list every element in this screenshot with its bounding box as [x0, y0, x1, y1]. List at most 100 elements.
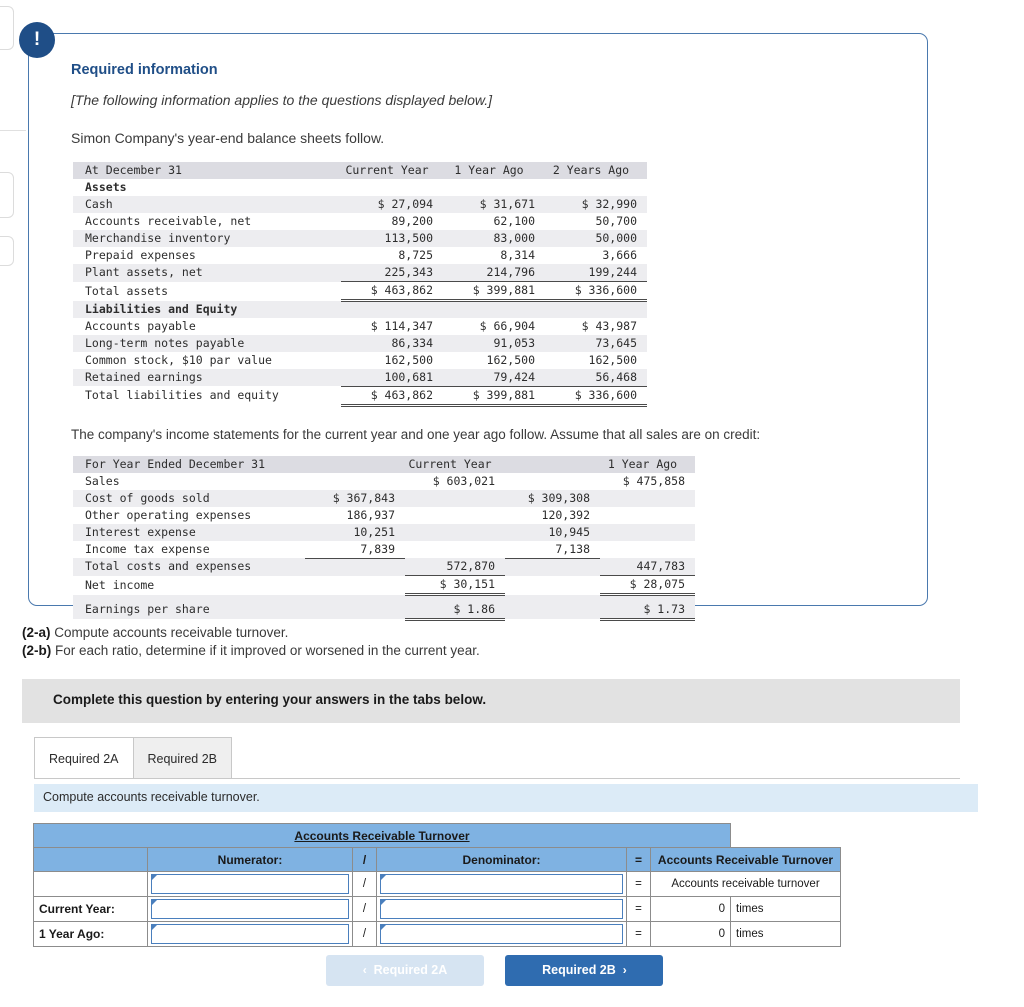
is-cell: $ 367,843 [305, 489, 405, 507]
bs-row-label: Accounts payable [85, 318, 196, 333]
bs-header-2-years-ago: 2 Years Ago [545, 162, 647, 179]
is-row-label: Sales [85, 473, 120, 488]
bs-cell: 83,000 [443, 230, 545, 247]
table-row: At December 31 Current Year 1 Year Ago 2… [73, 162, 647, 179]
denominator-input-cell-2[interactable] [376, 921, 627, 947]
panel-intro-text: Simon Company's year-end balance sheets … [71, 130, 385, 146]
navigation-buttons: ‹ Required 2A Required 2B › [326, 955, 664, 986]
requirement-2b-text: For each ratio, determine if it improved… [51, 643, 480, 658]
denominator-input-cell-0[interactable] [376, 871, 627, 897]
bs-row-label: Cash [73, 196, 341, 213]
equals-0: = [626, 871, 651, 897]
bs-cell: 8,725 [398, 248, 433, 262]
is-header-current-year: Current Year [405, 455, 505, 473]
denominator-input-1[interactable] [380, 899, 623, 919]
bs-row-label: Long-term notes payable [73, 334, 341, 352]
exclamation-icon: ! [19, 22, 55, 58]
bs-row-label: Plant assets, net [73, 264, 341, 282]
bs-cell: $ 32,990 [545, 196, 647, 213]
tab-required-2b[interactable]: Required 2B [133, 737, 232, 779]
table-row: Common stock, $10 par value 162,500 162,… [73, 352, 647, 369]
is-header-1-year-ago: 1 Year Ago [600, 455, 695, 473]
table-row: Plant assets, net 225,343 214,796 199,24… [73, 264, 647, 282]
answer-row-label-0 [33, 871, 148, 897]
bs-cell: 214,796 [443, 264, 545, 282]
table-row: Other operating expenses 186,937 120,392 [73, 507, 695, 524]
is-cell: 10,251 [305, 523, 405, 541]
instruction-banner-text: Complete this question by entering your … [53, 692, 487, 707]
tab-instruction-strip: Compute accounts receivable turnover. [34, 784, 978, 812]
bs-cell: 3,666 [602, 248, 637, 262]
table-row: Earnings per share $ 1.86 $ 1.73 [73, 600, 695, 621]
previous-required-2a-button[interactable]: ‹ Required 2A [326, 955, 484, 986]
panel-subtitle: [The following information applies to th… [71, 92, 493, 108]
instruction-banner: Complete this question by entering your … [22, 679, 960, 723]
bs-row-label: Common stock, $10 par value [85, 352, 272, 367]
answer-header-slash: / [352, 847, 377, 872]
is-cell: $ 309,308 [505, 489, 600, 507]
slash-2: / [352, 921, 377, 947]
is-row-label: Other operating expenses [85, 507, 252, 522]
bs-row-label: Accounts receivable, net [85, 214, 252, 228]
is-row-label: Interest expense [73, 523, 305, 541]
bs-cell: $ 399,881 [443, 386, 545, 407]
numerator-input-0[interactable] [151, 874, 349, 894]
previous-button-label: Required 2A [373, 963, 448, 977]
table-row: 1 Year Ago: / = 0 times [33, 921, 841, 947]
bs-cell: 162,500 [588, 352, 637, 367]
denominator-input-2[interactable] [380, 924, 623, 944]
bs-cell: 225,343 [341, 264, 443, 282]
answer-header-blank [33, 847, 148, 872]
answer-table-wrapper: Accounts Receivable Turnover Numerator: … [33, 823, 841, 947]
is-row-label: Earnings per share [73, 600, 305, 619]
table-row: Cost of goods sold $ 367,843 $ 309,308 [73, 489, 695, 507]
is-cell: 120,392 [541, 507, 590, 522]
numerator-input-cell-0[interactable] [147, 871, 353, 897]
table-row: Interest expense 10,251 10,945 [73, 523, 695, 541]
table-row: Cash $ 27,094 $ 31,671 $ 32,990 [73, 196, 647, 213]
equals-1: = [626, 896, 651, 922]
table-row: Total costs and expenses 572,870 447,783 [73, 558, 695, 576]
bs-cell: $ 43,987 [581, 318, 637, 333]
bs-cell: 91,053 [443, 334, 545, 352]
bs-cell: 50,000 [545, 230, 647, 247]
numerator-input-cell-2[interactable] [147, 921, 353, 947]
table-row: Numerator: / Denominator: = Accounts Rec… [33, 847, 841, 872]
denominator-input-0[interactable] [380, 874, 623, 894]
denominator-input-cell-1[interactable] [376, 896, 627, 922]
result-value-2: 0 [650, 921, 731, 947]
requirement-2a-number: (2-a) [22, 625, 51, 640]
bs-row-label: Merchandise inventory [73, 230, 341, 247]
bs-cell: 89,200 [391, 214, 433, 228]
table-row: Assets [73, 179, 647, 196]
table-row: Prepaid expenses 8,725 8,314 3,666 [73, 247, 647, 264]
answer-table-title-text: Accounts Receivable Turnover [294, 828, 470, 843]
bs-cell: 113,500 [341, 230, 443, 247]
answer-header-denominator: Denominator: [376, 847, 627, 872]
edge-fragment-mid [0, 172, 14, 218]
chevron-left-icon: ‹ [362, 963, 367, 977]
next-required-2b-button[interactable]: Required 2B › [505, 955, 664, 986]
bs-header-current-year: Current Year [341, 162, 443, 179]
tab-required-2a[interactable]: Required 2A [34, 737, 134, 779]
table-row: Long-term notes payable 86,334 91,053 73… [73, 334, 647, 352]
is-row-label: Cost of goods sold [73, 489, 305, 507]
edge-divider-1 [0, 130, 26, 131]
table-row: / = Accounts receivable turnover [33, 871, 841, 897]
result-unit-1: times [730, 896, 841, 922]
equals-2: = [626, 921, 651, 947]
answer-row-label-1: Current Year: [33, 896, 148, 922]
table-row: Income tax expense 7,839 7,138 [73, 540, 695, 559]
slash-1: / [352, 896, 377, 922]
bs-cell: 56,468 [545, 368, 647, 387]
bs-row-label: Prepaid expenses [85, 248, 196, 262]
bs-cell: 199,244 [545, 264, 647, 282]
table-row: Accounts Receivable Turnover [33, 823, 841, 848]
bs-cell: $ 114,347 [370, 318, 433, 333]
panel-title: Required information [71, 62, 218, 78]
numerator-input-cell-1[interactable] [147, 896, 353, 922]
numerator-input-1[interactable] [151, 899, 349, 919]
numerator-input-2[interactable] [151, 924, 349, 944]
answer-header-equals: = [626, 847, 651, 872]
bs-cell: $ 336,600 [545, 386, 647, 407]
